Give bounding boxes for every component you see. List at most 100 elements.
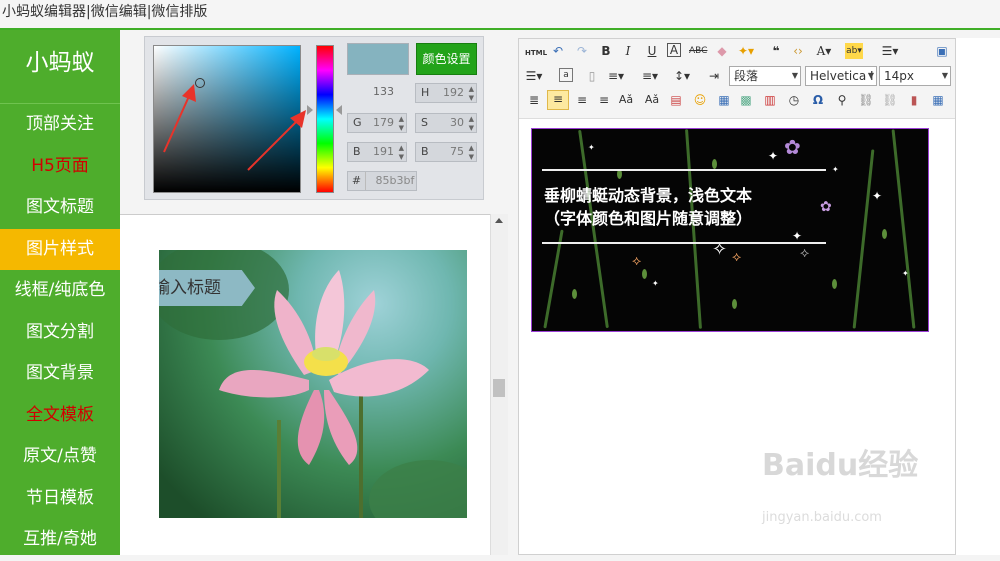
- bottom-divider-line: [542, 242, 826, 244]
- unordered-list-icon[interactable]: ☰▾: [525, 68, 543, 84]
- title-tag[interactable]: 输入标题: [159, 270, 255, 306]
- dragonfly-icon: ⟡: [632, 253, 642, 269]
- justify-icon[interactable]: ≣: [525, 92, 543, 108]
- sparkle-icon: ✦: [832, 165, 839, 174]
- sidebar-item-top-follow[interactable]: 顶部关注: [0, 104, 120, 146]
- font-border-icon[interactable]: A: [667, 43, 681, 57]
- saturation-field[interactable]: S 30 ▲ ▼: [415, 113, 477, 133]
- paste-icon[interactable]: ▮: [905, 92, 923, 108]
- dragonfly-icon: ⟡: [800, 245, 810, 261]
- scroll-up-icon[interactable]: [495, 218, 503, 223]
- clock-icon[interactable]: ◷: [785, 92, 803, 108]
- color-set-button[interactable]: 颜色设置: [416, 43, 477, 75]
- paste-plain-icon[interactable]: ▯: [583, 68, 601, 84]
- sidebar: 小蚂蚁 顶部关注 H5页面 图文标题 图片样式 线框/纯底色 图文分割 图文背景…: [0, 30, 120, 555]
- undo-icon[interactable]: ↶: [549, 43, 567, 59]
- indent-icon[interactable]: ⇥: [705, 68, 723, 84]
- hue-field[interactable]: H 192 ▲ ▼: [415, 83, 477, 103]
- text-direction-rtl-icon[interactable]: Aǎ: [643, 92, 661, 108]
- bold-icon[interactable]: B: [597, 43, 615, 59]
- sidebar-item-divider[interactable]: 图文分割: [0, 312, 120, 354]
- preview-icon[interactable]: ▣: [933, 43, 951, 59]
- highlight-icon[interactable]: ab▾: [845, 43, 863, 59]
- underline-icon[interactable]: U: [643, 43, 661, 59]
- sidebar-item-image-title[interactable]: 图文标题: [0, 187, 120, 229]
- green-field[interactable]: G 179 ▲ ▼: [347, 113, 407, 133]
- willow-dragonfly-block[interactable]: ✦ ✧ ✦ ✦ ✦ ✦ ✦ ✦ ✿ ✿ ⟡ ⟡ ⟡ 垂柳蜻蜓动态背景，浅色文本 …: [531, 128, 929, 332]
- willow-branch: [891, 129, 916, 329]
- font-color-icon[interactable]: A▾: [815, 43, 833, 59]
- align-right-icon[interactable]: ≡: [595, 92, 613, 108]
- hue-label: H: [421, 86, 430, 99]
- baidu-watermark-url: jingyan.baidu.com: [762, 510, 882, 525]
- emoji-icon[interactable]: ☺: [691, 92, 709, 108]
- willow-leaf: [882, 229, 887, 239]
- sidebar-item-image-style[interactable]: 图片样式: [0, 228, 120, 270]
- special-char-icon[interactable]: Ω: [809, 92, 827, 108]
- spinner-icon[interactable]: ▲ ▼: [469, 85, 474, 103]
- align-left-icon[interactable]: ≡: [547, 90, 569, 110]
- hex-field[interactable]: # 85b3bf: [347, 171, 417, 191]
- blue-field[interactable]: B 191 ▲ ▼: [347, 142, 407, 162]
- search-replace-icon[interactable]: ⚲: [833, 92, 851, 108]
- calendar-icon[interactable]: ▥: [761, 92, 779, 108]
- paragraph-select[interactable]: 段落 ▼: [729, 66, 801, 86]
- format-brush-icon[interactable]: ✦▾: [737, 43, 755, 59]
- spinner-icon[interactable]: ▲ ▼: [469, 115, 474, 133]
- sparkle-icon: ✦: [588, 143, 595, 152]
- italic-icon[interactable]: I: [619, 43, 637, 59]
- link-icon[interactable]: ⛓: [857, 92, 875, 108]
- preview-scrollbar[interactable]: [490, 214, 508, 555]
- top-divider-line: [542, 169, 826, 171]
- sidebar-item-h5[interactable]: H5页面: [0, 146, 120, 188]
- eraser-icon[interactable]: ◆: [713, 43, 731, 59]
- code-icon[interactable]: ‹›: [789, 43, 807, 59]
- table-icon[interactable]: ▦: [929, 92, 947, 108]
- overlay-text-line1: 垂柳蜻蜓动态背景，浅色文本: [544, 186, 753, 205]
- arrow-left-head: [182, 84, 196, 102]
- overlay-text[interactable]: 垂柳蜻蜓动态背景，浅色文本 （字体颜色和图片随意调整）: [544, 184, 752, 230]
- image-icon[interactable]: ▤: [667, 92, 685, 108]
- overlay-text-line2: （字体颜色和图片随意调整）: [544, 209, 753, 228]
- willow-branch: [543, 229, 564, 329]
- willow-leaf: [712, 159, 717, 169]
- scroll-thumb[interactable]: [493, 379, 505, 397]
- hue-slider[interactable]: [316, 45, 334, 193]
- sidebar-item-promo[interactable]: 互推/奇她: [0, 519, 120, 561]
- sidebar-item-like[interactable]: 原文/点赞: [0, 436, 120, 478]
- brightness-field[interactable]: B 75 ▲ ▼: [415, 142, 477, 162]
- redo-icon[interactable]: ↷: [573, 43, 591, 59]
- style-preview-panel: 输入标题: [120, 214, 508, 555]
- line-height-icon[interactable]: ↕▾: [673, 68, 691, 84]
- spinner-icon[interactable]: ▲ ▼: [399, 144, 404, 162]
- lotus-image[interactable]: 输入标题: [159, 250, 467, 518]
- html-icon[interactable]: HTML: [525, 45, 547, 61]
- sidebar-item-border[interactable]: 线框/纯底色: [0, 270, 120, 312]
- willow-leaf: [832, 279, 837, 289]
- sidebar-item-template[interactable]: 全文模板: [0, 395, 120, 437]
- chevron-down-icon: ▼: [791, 71, 798, 80]
- gallery-icon[interactable]: ▩: [737, 92, 755, 108]
- text-direction-icon[interactable]: Aǎ: [617, 92, 635, 108]
- row-spacing-bottom-icon[interactable]: ≡▾: [641, 68, 659, 84]
- sidebar-item-background[interactable]: 图文背景: [0, 353, 120, 395]
- willow-leaf: [642, 269, 647, 279]
- strikethrough-icon[interactable]: ABC: [689, 43, 707, 59]
- spinner-icon[interactable]: ▲ ▼: [469, 144, 474, 162]
- anchor-icon[interactable]: a: [559, 68, 573, 82]
- paragraph-select-value: 段落: [734, 69, 759, 83]
- font-size-select[interactable]: 14px ▼: [879, 66, 951, 86]
- sparkle-icon: ✦: [792, 229, 803, 243]
- ordered-list-icon[interactable]: ☰▾: [881, 43, 899, 59]
- align-center-icon[interactable]: ≡: [573, 92, 591, 108]
- spinner-icon[interactable]: ▲ ▼: [399, 115, 404, 133]
- chevron-down-icon: ▼: [867, 71, 874, 80]
- row-spacing-top-icon[interactable]: ≡▾: [607, 68, 625, 84]
- font-family-select[interactable]: Helvetica I ▼: [805, 66, 877, 86]
- video-icon[interactable]: ▦: [715, 92, 733, 108]
- brightness-value: 75: [450, 145, 464, 158]
- sidebar-item-holiday[interactable]: 节日模板: [0, 478, 120, 520]
- willow-branch: [852, 149, 875, 329]
- unlink-icon[interactable]: ⛓: [881, 92, 899, 108]
- blockquote-icon[interactable]: ❝: [767, 43, 785, 59]
